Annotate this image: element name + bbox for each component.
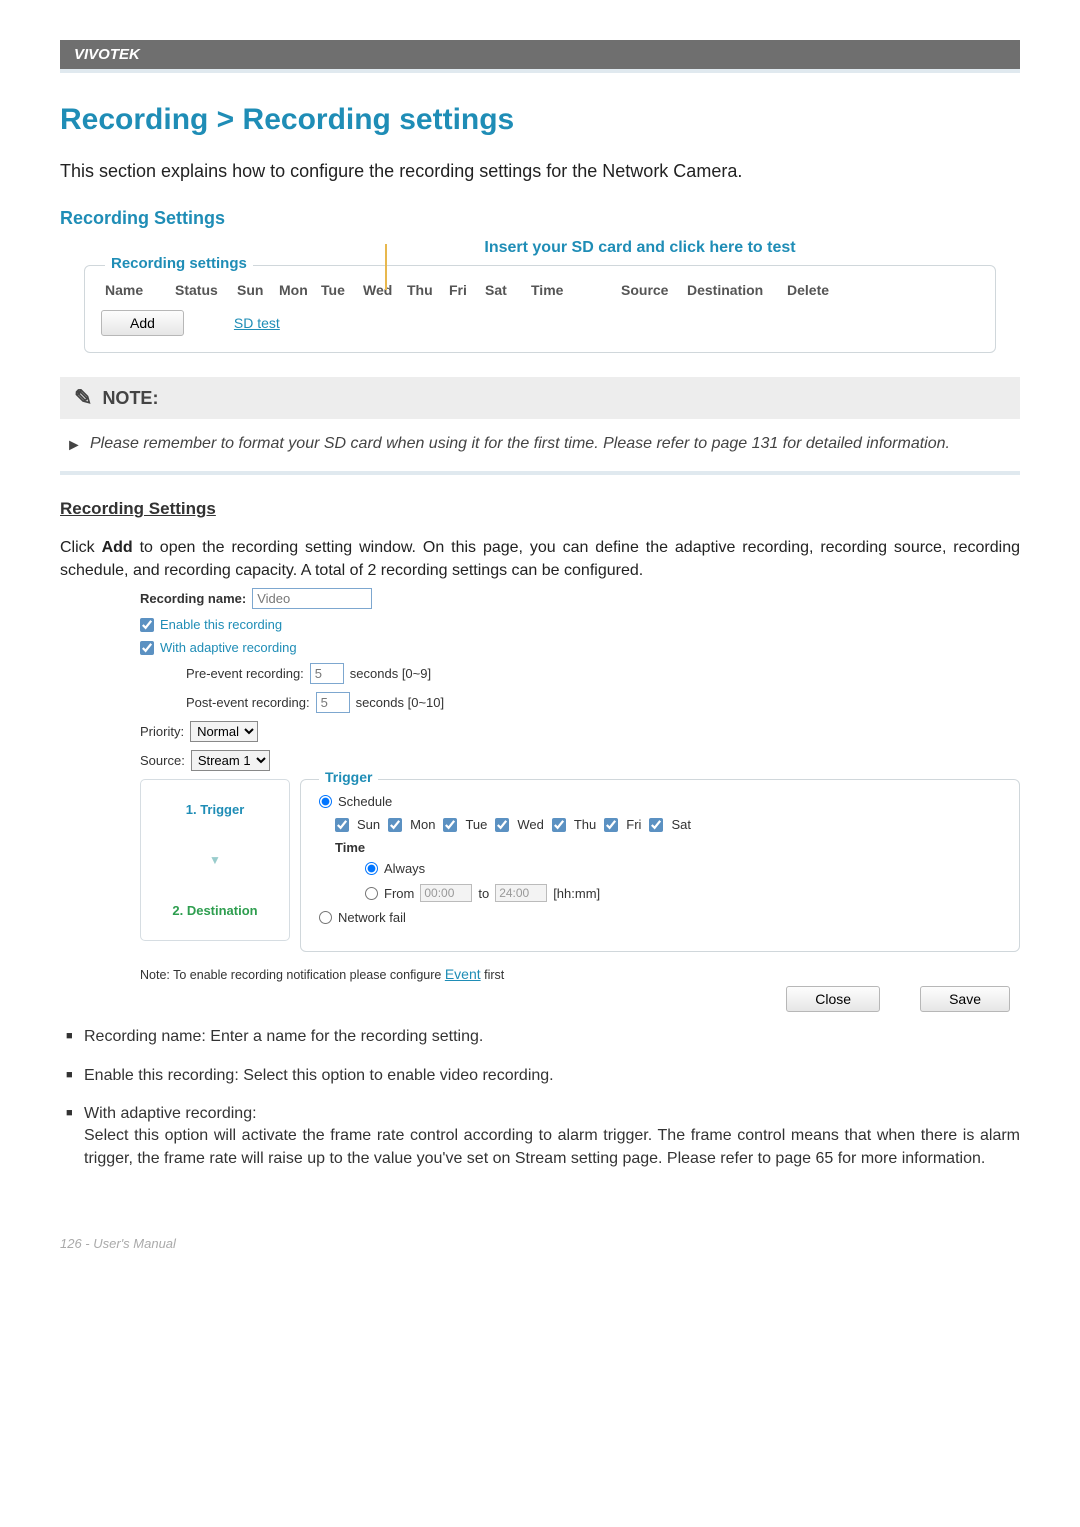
pre-event-input[interactable]	[310, 663, 344, 684]
para-prefix: Click	[60, 539, 102, 556]
network-fail-label: Network fail	[338, 910, 406, 925]
sd-test-link[interactable]: SD test	[234, 315, 280, 331]
enable-recording-checkbox[interactable]	[140, 618, 154, 632]
col-name: Name	[101, 280, 171, 300]
day-fri-checkbox[interactable]	[604, 818, 618, 832]
bullet-enable-recording: Enable this recording: Select this optio…	[66, 1065, 1020, 1087]
hhmm-label: [hh:mm]	[553, 886, 600, 901]
trigger-panel: Trigger Schedule Sun Mon Tue Wed Thu Fri…	[300, 779, 1020, 952]
pre-event-unit: seconds [0~9]	[350, 666, 431, 681]
divider	[60, 471, 1020, 475]
to-label: to	[478, 886, 489, 901]
pre-event-label: Pre-event recording:	[186, 666, 304, 681]
footnote-suffix: first	[481, 968, 505, 982]
time-label: Time	[335, 840, 1001, 855]
intro-text: This section explains how to configure t…	[60, 161, 1020, 182]
para-bold-add: Add	[102, 539, 133, 556]
page-footer: 126 - User's Manual	[0, 1206, 1080, 1265]
day-mon: Mon	[410, 817, 435, 832]
day-tue-checkbox[interactable]	[443, 818, 457, 832]
priority-label: Priority:	[140, 724, 184, 739]
bullet-adaptive-title: With adaptive recording:	[84, 1105, 257, 1122]
schedule-radio[interactable]	[319, 795, 332, 808]
adaptive-recording-label: With adaptive recording	[160, 640, 297, 655]
day-mon-checkbox[interactable]	[388, 818, 402, 832]
bullet-recording-name: Recording name: Enter a name for the rec…	[66, 1026, 1020, 1048]
col-status: Status	[171, 280, 233, 300]
col-sun: Sun	[233, 280, 275, 300]
source-select[interactable]: Stream 1	[191, 750, 270, 771]
bullet-adaptive: With adaptive recording: Select this opt…	[66, 1103, 1020, 1170]
step-trigger[interactable]: 1. Trigger	[186, 802, 245, 817]
always-radio[interactable]	[365, 862, 378, 875]
col-time: Time	[527, 280, 617, 300]
day-thu: Thu	[574, 817, 596, 832]
network-fail-radio[interactable]	[319, 911, 332, 924]
day-sun-checkbox[interactable]	[335, 818, 349, 832]
adaptive-recording-checkbox[interactable]	[140, 641, 154, 655]
day-sat-checkbox[interactable]	[649, 818, 663, 832]
from-time-input[interactable]	[420, 884, 472, 902]
pencil-icon: ✎	[74, 385, 92, 411]
day-thu-checkbox[interactable]	[552, 818, 566, 832]
bullet-list: Recording name: Enter a name for the rec…	[60, 1026, 1020, 1170]
day-sun: Sun	[357, 817, 380, 832]
panel-legend: Recording settings	[105, 255, 253, 272]
recording-form: Recording name: Enable this recording Wi…	[140, 588, 1020, 1012]
to-time-input[interactable]	[495, 884, 547, 902]
day-wed-checkbox[interactable]	[495, 818, 509, 832]
day-wed: Wed	[517, 817, 544, 832]
col-destination: Destination	[683, 280, 783, 300]
enable-recording-label: Enable this recording	[160, 617, 282, 632]
header-underline	[60, 69, 1020, 73]
arrow-down-icon: ▼	[209, 853, 221, 867]
callout-line	[385, 244, 387, 290]
recording-settings-heading-2: Recording Settings	[60, 499, 1020, 519]
day-sat: Sat	[671, 817, 691, 832]
col-thu: Thu	[403, 280, 445, 300]
day-fri: Fri	[626, 817, 641, 832]
col-delete: Delete	[783, 280, 839, 300]
note-bar: ✎ NOTE:	[60, 377, 1020, 419]
recording-settings-panel: Recording settings Name Status Sun Mon T…	[84, 265, 996, 353]
col-source: Source	[617, 280, 683, 300]
close-button[interactable]: Close	[786, 986, 880, 1012]
col-fri: Fri	[445, 280, 481, 300]
recording-name-label: Recording name:	[140, 591, 246, 606]
page-title: Recording > Recording settings	[60, 103, 1020, 137]
col-wed: Wed	[359, 280, 403, 300]
always-label: Always	[384, 861, 425, 876]
steps-nav: 1. Trigger ▼ 2. Destination	[140, 779, 290, 941]
recording-settings-subhead: Recording Settings	[60, 208, 1020, 229]
priority-select[interactable]: Normal	[190, 721, 258, 742]
note-title: NOTE:	[102, 388, 158, 409]
col-sat: Sat	[481, 280, 527, 300]
schedule-label: Schedule	[338, 794, 392, 809]
from-label: From	[384, 886, 414, 901]
brand-header: VIVOTEK	[60, 40, 1020, 69]
step-destination[interactable]: 2. Destination	[172, 903, 257, 918]
col-mon: Mon	[275, 280, 317, 300]
note-text: Please remember to format your SD card w…	[60, 433, 1020, 461]
bullet-adaptive-body: Select this option will activate the fra…	[84, 1125, 1020, 1170]
event-link[interactable]: Event	[445, 966, 481, 982]
add-button[interactable]: Add	[101, 310, 184, 336]
col-tue: Tue	[317, 280, 359, 300]
source-label: Source:	[140, 753, 185, 768]
recording-table-header: Name Status Sun Mon Tue Wed Thu Fri Sat …	[101, 280, 979, 300]
event-footnote: Note: To enable recording notification p…	[140, 966, 1020, 982]
recording-settings-paragraph: Click Add to open the recording setting …	[60, 537, 1020, 582]
post-event-label: Post-event recording:	[186, 695, 310, 710]
day-tue: Tue	[465, 817, 487, 832]
from-radio[interactable]	[365, 887, 378, 900]
para-suffix: to open the recording setting window. On…	[60, 539, 1020, 578]
recording-name-input[interactable]	[252, 588, 372, 609]
trigger-legend: Trigger	[319, 769, 378, 785]
post-event-input[interactable]	[316, 692, 350, 713]
save-button[interactable]: Save	[920, 986, 1010, 1012]
footnote-prefix: Note: To enable recording notification p…	[140, 968, 445, 982]
post-event-unit: seconds [0~10]	[356, 695, 445, 710]
